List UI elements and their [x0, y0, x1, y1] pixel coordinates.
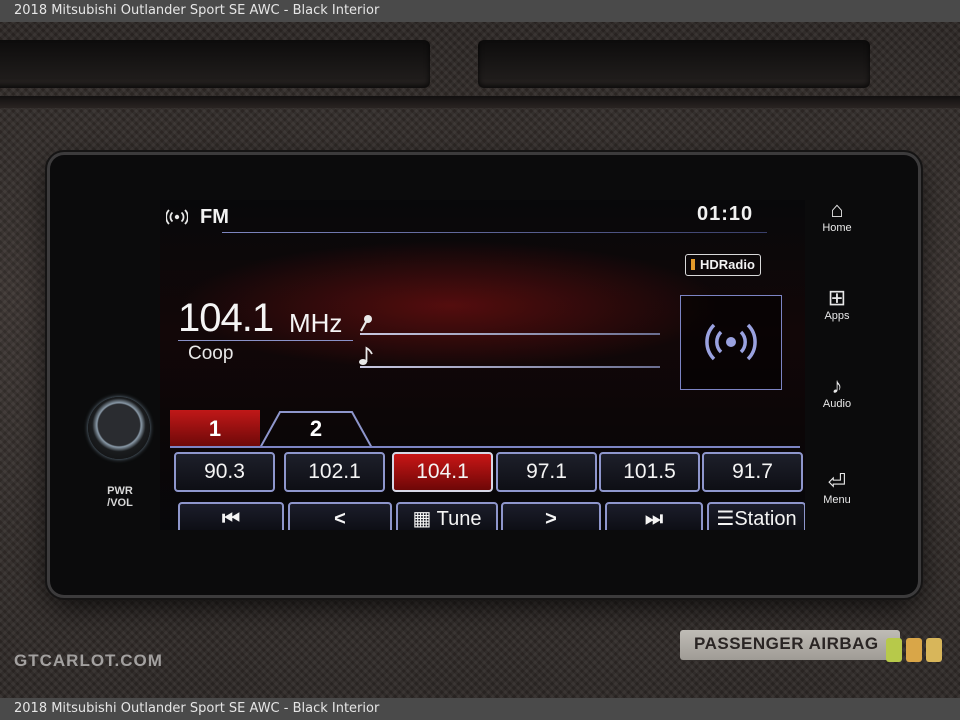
station-list-button[interactable]: ☰Station	[707, 502, 805, 530]
chevron-left-icon: <	[334, 508, 346, 530]
music-note-icon	[359, 346, 373, 365]
hd-radio-badge: HDRadio	[685, 254, 761, 276]
preset-button-4[interactable]: 97.1	[496, 452, 597, 492]
pwr-vol-label: PWR /VOL	[100, 485, 140, 509]
caption-bar-top: 2018 Mitsubishi Outlander Sport SE AWC -…	[0, 0, 960, 22]
apps-button[interactable]: ⊞ Apps	[812, 285, 862, 323]
airbag-lamp-green	[886, 638, 902, 662]
music-note-icon: ♪	[831, 373, 843, 398]
tune-down-button[interactable]: <	[288, 502, 392, 530]
preset-tab-2[interactable]: 2	[260, 410, 372, 448]
preset-tab-1[interactable]: 1	[170, 410, 260, 448]
frequency-unit: MHz	[289, 308, 343, 338]
frequency-underline	[178, 340, 353, 341]
seek-back-icon: ⏮	[222, 508, 240, 530]
menu-label: Menu	[823, 494, 851, 506]
microphone-icon	[360, 315, 372, 332]
airbag-label: PASSENGER AIRBAG	[694, 634, 879, 653]
station-label: Station	[734, 508, 797, 530]
preset-button-1[interactable]: 90.3	[174, 452, 275, 492]
broadcast-icon	[705, 323, 757, 361]
air-vent-left	[0, 40, 430, 88]
preset-button-2[interactable]: 102.1	[284, 452, 385, 492]
menu-button[interactable]: ⏎ Menu	[812, 469, 862, 507]
air-vent-right	[478, 40, 870, 88]
seek-forward-button[interactable]: ⏭	[605, 502, 703, 530]
list-icon: ☰	[716, 508, 735, 530]
preset-bar: 90.3 102.1 104.1 97.1 101.5 91.7	[174, 446, 804, 498]
preset-button-5[interactable]: 101.5	[599, 452, 700, 492]
album-art-placeholder	[680, 295, 782, 390]
tune-up-button[interactable]: >	[501, 502, 601, 530]
header-divider	[222, 232, 767, 233]
preset-button-3[interactable]: 104.1	[392, 452, 493, 492]
band-label: FM	[200, 206, 229, 228]
chevron-right-icon: >	[545, 508, 557, 530]
radio-screen: FM 01:10 HDRadio 104.1 MHz Coop 1 2 90.3…	[160, 200, 805, 530]
audio-button[interactable]: ♪ Audio	[812, 373, 862, 411]
pwr-vol-text: PWR /VOL	[107, 485, 133, 509]
home-label: Home	[822, 222, 852, 234]
watermark: GTCARLOT.COM	[14, 651, 163, 670]
preset-tab-2-label: 2	[309, 416, 323, 441]
dashboard-trim	[0, 96, 960, 108]
home-button[interactable]: ⌂ Home	[812, 197, 862, 235]
apps-grid-icon: ⊞	[827, 285, 847, 310]
clock: 01:10	[697, 203, 754, 225]
control-bar: ⏮ < ▦ Tune > ⏭ ☰Station	[176, 498, 805, 530]
caption-bar-bottom: 2018 Mitsubishi Outlander Sport SE AWC -…	[0, 698, 960, 720]
station-name: Coop	[188, 343, 234, 364]
artist-line	[360, 333, 660, 335]
seek-forward-icon: ⏭	[645, 508, 663, 530]
caption-text-bottom: 2018 Mitsubishi Outlander Sport SE AWC -…	[14, 701, 380, 716]
current-frequency: 104.1	[178, 296, 274, 340]
menu-back-icon: ⏎	[827, 469, 847, 494]
caption-text: 2018 Mitsubishi Outlander Sport SE AWC -…	[14, 3, 380, 18]
grid-icon: ▦	[412, 508, 437, 530]
preset-button-6[interactable]: 91.7	[702, 452, 803, 492]
power-volume-knob[interactable]	[88, 397, 150, 459]
radio-signal-icon	[166, 209, 188, 225]
tune-button[interactable]: ▦ Tune	[396, 502, 498, 530]
apps-label: Apps	[824, 310, 850, 322]
seek-back-button[interactable]: ⏮	[178, 502, 284, 530]
dashboard-photo: PWR /VOL FM 01:10 HDRadio 104.1 MHz Coop	[0, 22, 960, 698]
home-icon: ⌂	[830, 197, 844, 222]
airbag-lamp-amber	[906, 638, 922, 662]
title-line	[360, 366, 660, 368]
audio-label: Audio	[822, 398, 852, 410]
airbag-lamp-amber-2	[926, 638, 942, 662]
tune-label: Tune	[436, 508, 482, 530]
